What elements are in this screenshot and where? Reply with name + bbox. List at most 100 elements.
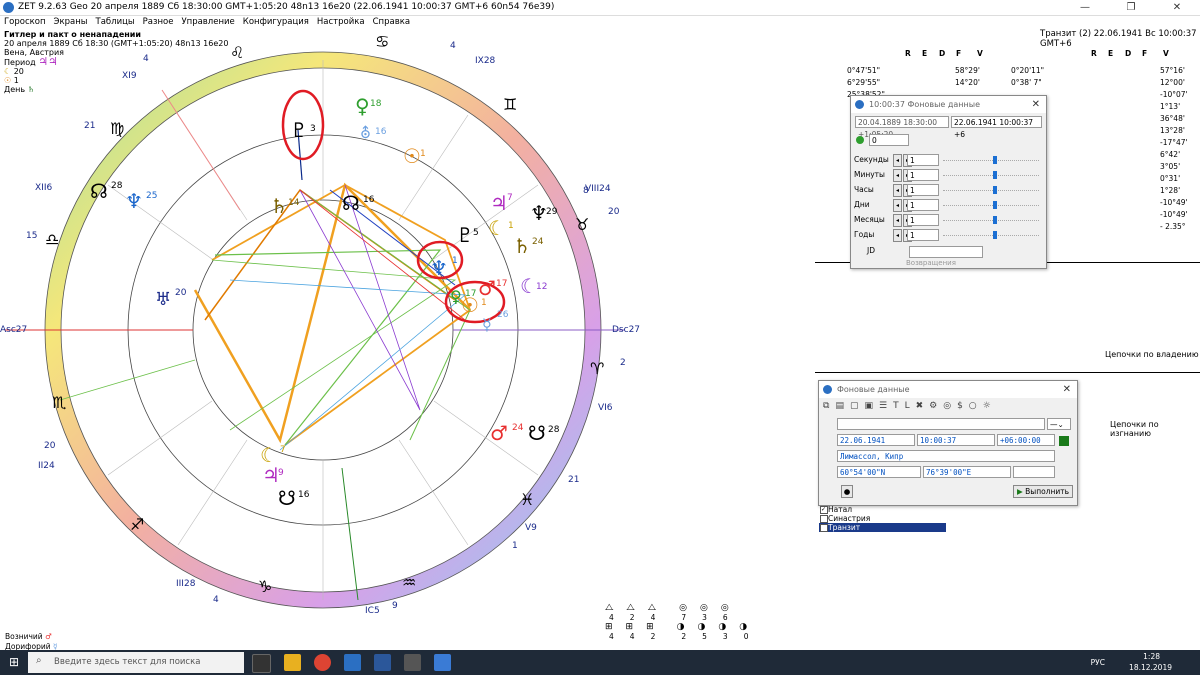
close-icon[interactable]: ✕: [1032, 96, 1040, 113]
svg-text:26: 26: [497, 310, 509, 320]
time-step-slider[interactable]: [943, 190, 1039, 193]
zet-icon[interactable]: [344, 654, 361, 671]
menu-help[interactable]: Справка: [369, 15, 414, 29]
gmt-input[interactable]: +06:00:00: [997, 434, 1055, 446]
step-back-button[interactable]: ◂: [893, 154, 902, 167]
run-button[interactable]: ▶ Выполнить: [1013, 485, 1073, 498]
time-step-slider[interactable]: [943, 220, 1039, 223]
step-back-button[interactable]: ◂: [893, 184, 902, 197]
check-natal[interactable]: ✓ Натал: [819, 505, 946, 514]
extra-input[interactable]: [1013, 466, 1055, 478]
windows-start-icon[interactable]: ⊞: [9, 655, 19, 669]
paint-icon[interactable]: [434, 654, 451, 671]
date-input[interactable]: 22.06.1941: [837, 434, 915, 446]
time-input[interactable]: 10:00:37: [917, 434, 995, 446]
menu-control[interactable]: Управление: [177, 15, 238, 29]
slider-thumb[interactable]: [993, 231, 997, 239]
paste-icon[interactable]: ▤: [835, 401, 844, 413]
svg-text:9: 9: [278, 468, 284, 478]
menu-horoscope[interactable]: Гороскоп: [0, 15, 50, 29]
menu-tables[interactable]: Таблицы: [92, 15, 139, 29]
tray-time[interactable]: 1:28: [1143, 652, 1160, 661]
file-explorer-icon[interactable]: [284, 654, 301, 671]
name-input[interactable]: [837, 418, 1045, 430]
planet-glyphs: ♇ 3 ♀ 18 ⛢ 16 ☉ 1 ♄ 14 ☊ 16 ♃ 7 ♆29 ☾ 1 ♄ 24 ♇ 5 ♆…: [90, 94, 560, 510]
time-step-input[interactable]: 1: [907, 229, 939, 241]
save-icon[interactable]: ▣: [864, 401, 873, 413]
step-back-button[interactable]: ◂: [893, 214, 902, 227]
slider-thumb[interactable]: [993, 186, 997, 194]
circle-icon[interactable]: ◎: [943, 401, 951, 413]
time-step-slider[interactable]: [943, 160, 1039, 163]
radio-button[interactable]: ●: [841, 485, 853, 498]
time-step-input[interactable]: 1: [907, 184, 939, 196]
table-row: 6°29'55" 14°20' 0°38' 7" 12°00': [847, 78, 1185, 87]
cross-icon[interactable]: ✖: [916, 401, 924, 413]
element-count: 5: [702, 632, 707, 641]
dash-select[interactable]: —⌄: [1047, 418, 1071, 430]
latitude-input[interactable]: 60°54'00"N: [837, 466, 921, 478]
close-button[interactable]: ✕: [1154, 0, 1200, 15]
virgo-glyph: ♍: [110, 119, 124, 138]
svg-text:28: 28: [111, 181, 123, 191]
dollar-icon[interactable]: $: [957, 401, 963, 413]
aquarius-glyph: ♒: [402, 573, 416, 592]
calculator-icon[interactable]: [404, 654, 421, 671]
slider-thumb[interactable]: [993, 171, 997, 179]
time-step-slider[interactable]: [943, 175, 1039, 178]
time-step-slider[interactable]: [943, 235, 1039, 238]
time-step-input[interactable]: 1: [907, 154, 939, 166]
longitude-input[interactable]: 76°39'00"E: [923, 466, 1011, 478]
time-step-input[interactable]: 1: [907, 169, 939, 181]
new-icon[interactable]: ▢: [850, 401, 859, 413]
element-stats: ⧍ ⧍ ⧍ ◎ ◎ ◎ 4 2 4 7 3 6 ⊞ ⊞ ⊞ ◑ ◑ ◑ ◑ 4 4 2 2 5 3 0: [605, 603, 748, 641]
tray-lang[interactable]: РУС: [1091, 658, 1105, 667]
text-icon[interactable]: T: [893, 401, 899, 413]
time-step-input[interactable]: 1: [907, 199, 939, 211]
pisces-glyph: ♓: [520, 490, 534, 509]
time-step-label: Часы: [854, 185, 874, 194]
step-back-button[interactable]: ◂: [893, 169, 902, 182]
slider-thumb[interactable]: [993, 201, 997, 209]
check-synastry[interactable]: Синастрия: [819, 514, 946, 523]
task-view-icon[interactable]: [252, 654, 271, 673]
chrome-icon[interactable]: [314, 654, 331, 671]
menu-config[interactable]: Конфигурация: [239, 15, 313, 29]
dot-icon[interactable]: ○: [969, 401, 977, 413]
menu-misc[interactable]: Разное: [139, 15, 178, 29]
menu-screens[interactable]: Экраны: [50, 15, 92, 29]
col-v: V: [977, 49, 983, 58]
slider-thumb[interactable]: [993, 156, 997, 164]
step-back-button[interactable]: ◂: [893, 229, 902, 242]
copy-icon[interactable]: ⧉: [823, 401, 829, 413]
word-icon[interactable]: [374, 654, 391, 671]
dialog-icon: [823, 385, 832, 394]
gear-icon[interactable]: ⚙: [929, 401, 937, 413]
close-icon[interactable]: ✕: [1063, 381, 1071, 398]
go-icon[interactable]: [856, 136, 864, 144]
element-count: 3: [722, 632, 728, 641]
saturn-glyph: ♄: [270, 194, 288, 218]
minimize-button[interactable]: —: [1062, 0, 1108, 15]
menu-settings[interactable]: Настройка: [313, 15, 369, 29]
background-data-dialog-small[interactable]: 10:00:37 Фоновые данные ✕ 20.04.1889 18:3…: [850, 95, 1047, 269]
step-back-button[interactable]: ◂: [893, 199, 902, 212]
l-icon[interactable]: L: [905, 401, 910, 413]
taskbar-search[interactable]: Введите здесь текст для поиска: [28, 652, 244, 673]
run-label: Выполнить: [1025, 487, 1070, 496]
svg-text:V9: V9: [525, 523, 537, 533]
background-data-dialog[interactable]: Фоновые данные ✕ ⧉ ▤ ▢ ▣ ☰ T L ✖ ⚙ ◎ $ ○ ☼ —⌄ 22.06.1…: [818, 380, 1078, 506]
counter-input[interactable]: 0: [869, 134, 909, 146]
tray-date[interactable]: 18.12.2019: [1129, 663, 1172, 672]
sun-setting-icon[interactable]: ☼: [983, 401, 991, 413]
check-transit[interactable]: ✓ Транзит: [819, 523, 946, 532]
element-count: 2: [650, 632, 656, 641]
time-step-slider[interactable]: [943, 205, 1039, 208]
table-icon[interactable]: ☰: [879, 401, 887, 413]
slider-thumb[interactable]: [993, 216, 997, 224]
maximize-button[interactable]: ❐: [1108, 0, 1154, 15]
jd-input[interactable]: [909, 246, 983, 258]
time-step-input[interactable]: 1: [907, 214, 939, 226]
play-icon: ▶: [1016, 487, 1023, 496]
place-input[interactable]: Лимассол, Кипр: [837, 450, 1055, 462]
